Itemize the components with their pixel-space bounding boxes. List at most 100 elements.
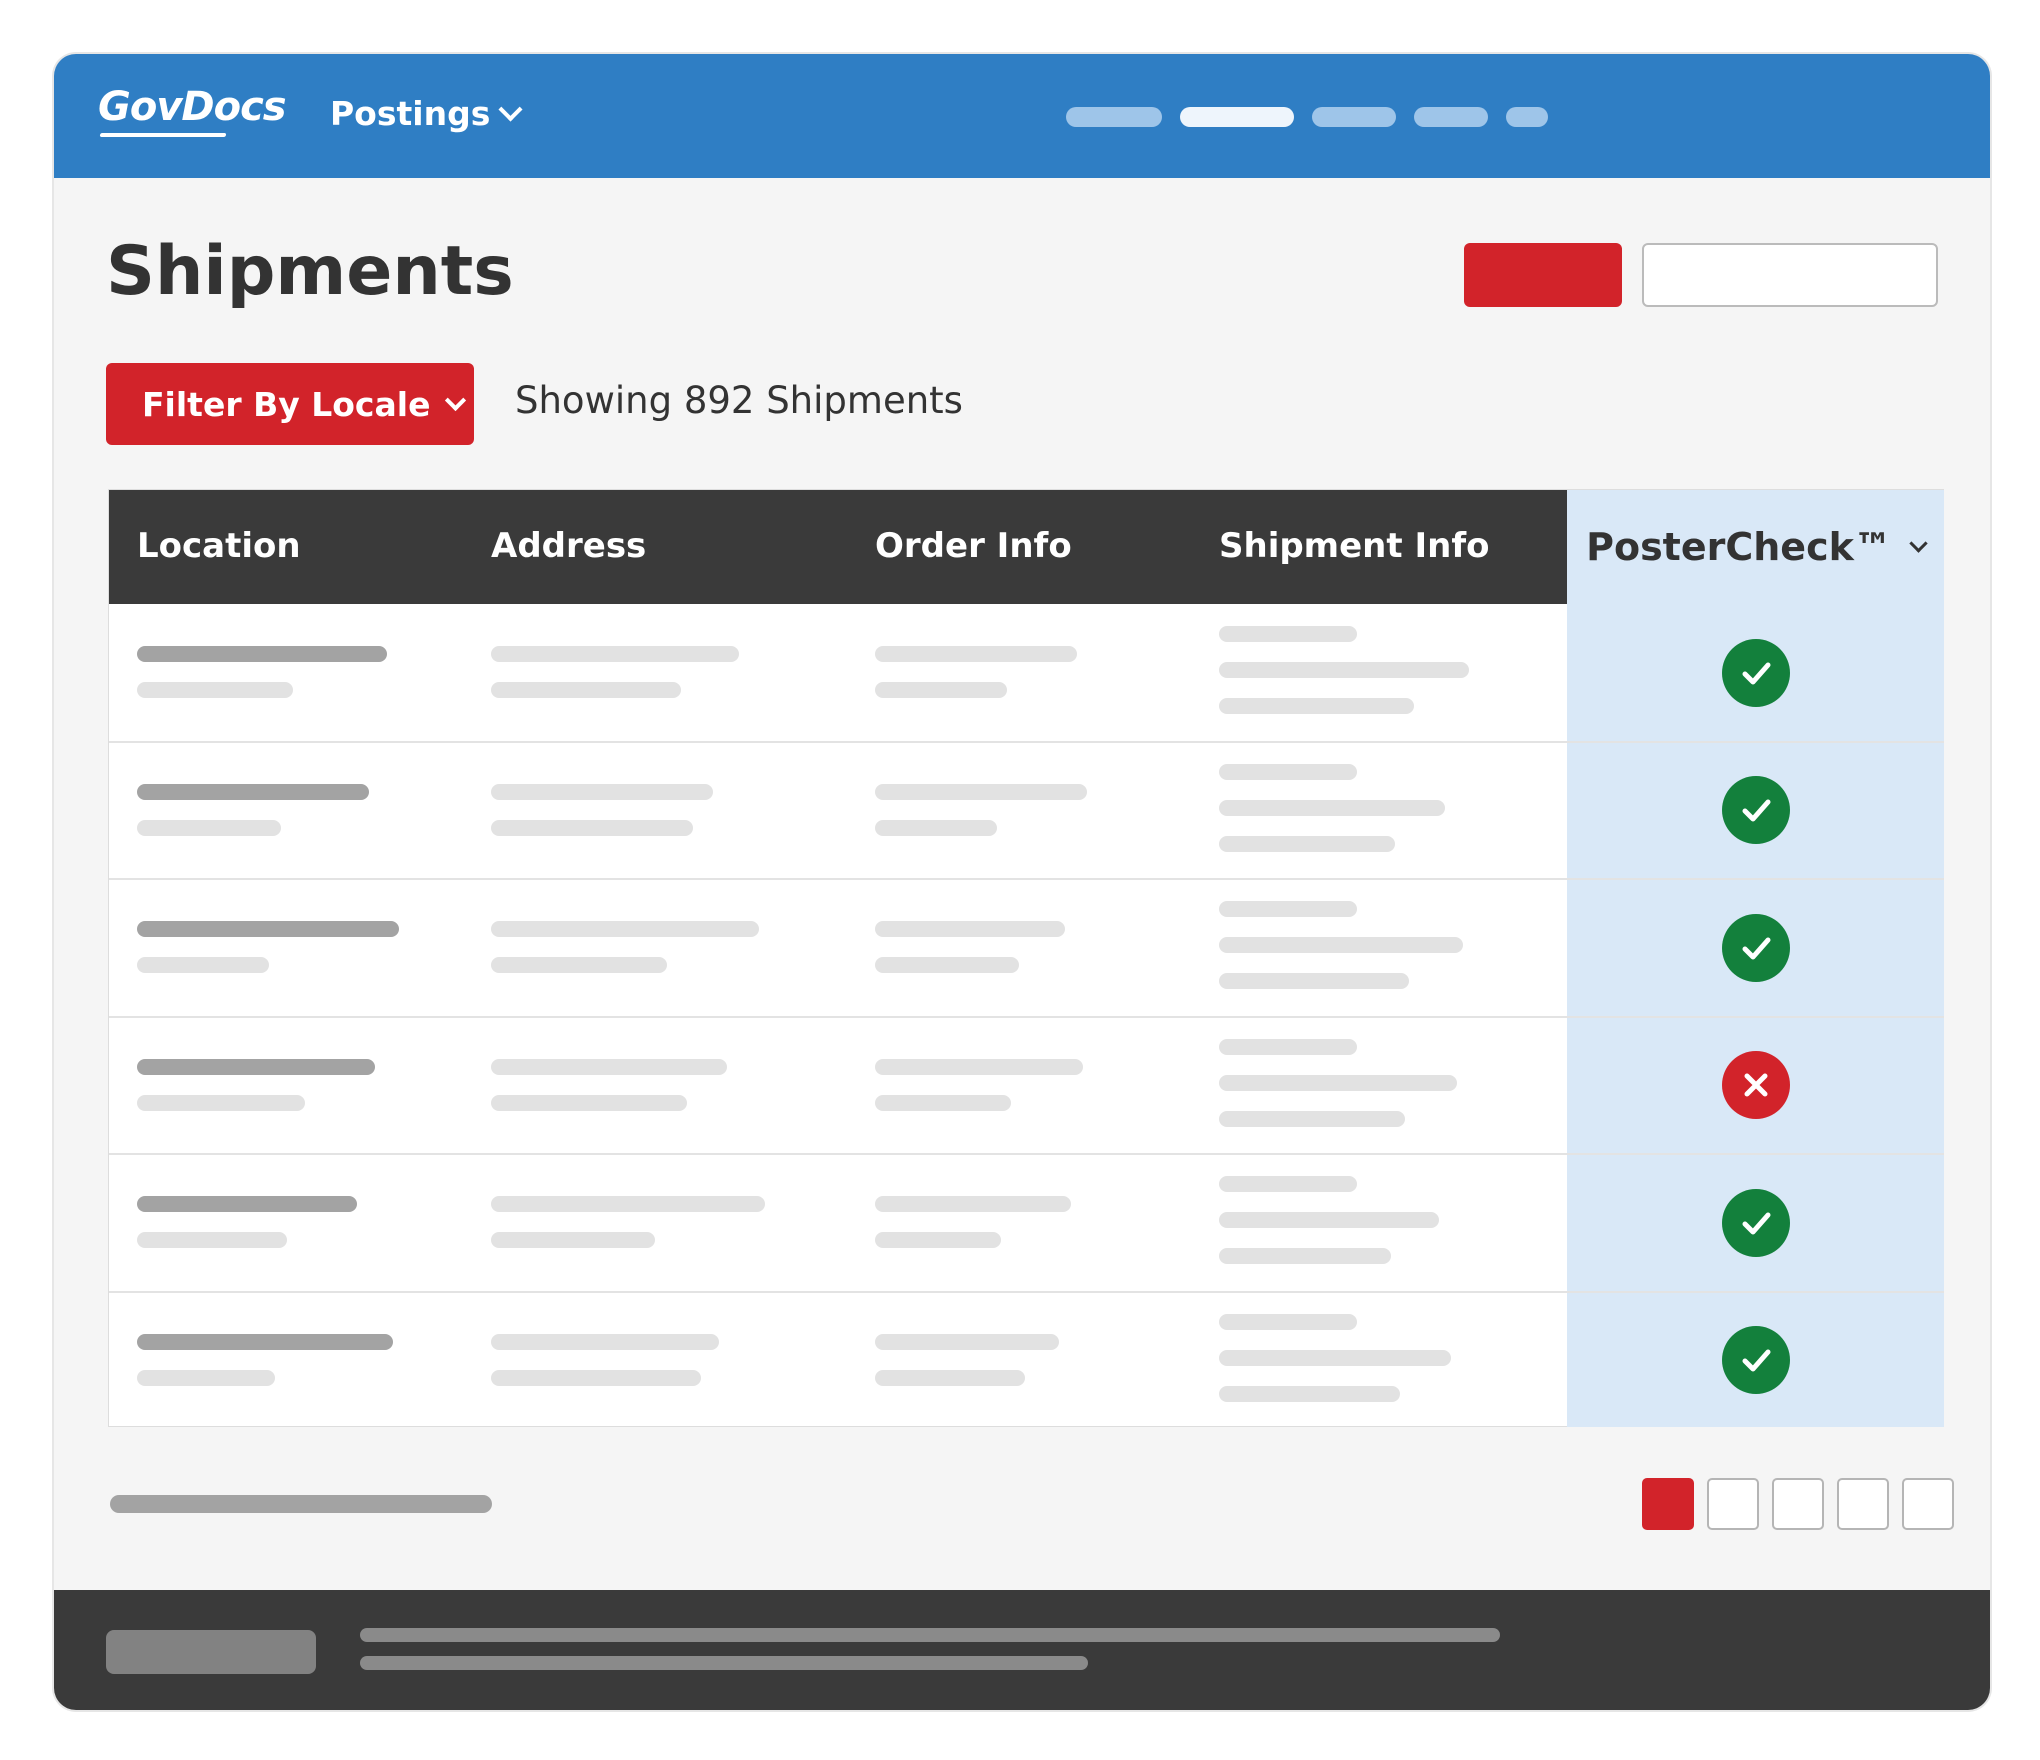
address-sub-placeholder (491, 957, 667, 973)
order-info-placeholder (875, 646, 1077, 662)
shipment-info-placeholder (1219, 835, 1395, 852)
order-info-sub-placeholder (875, 1369, 1025, 1386)
address-placeholder (491, 646, 739, 662)
location-placeholder (137, 646, 387, 662)
location-sub-placeholder (137, 1232, 287, 1248)
top-navbar: GovDocs Postings (54, 54, 1990, 178)
address-sub-placeholder (491, 819, 693, 836)
logo-underline (99, 133, 227, 137)
location-placeholder (137, 921, 399, 937)
chevron-down-icon (498, 97, 523, 122)
location-sub-placeholder (137, 1369, 275, 1386)
location-placeholder (137, 783, 369, 800)
address-placeholder (491, 921, 759, 937)
location-placeholder (137, 1058, 375, 1075)
page-button-3[interactable] (1772, 1478, 1824, 1530)
page-button-1[interactable] (1642, 1478, 1694, 1530)
primary-action-button[interactable] (1464, 243, 1622, 307)
order-info-sub-placeholder (875, 1232, 1001, 1248)
page-button-2[interactable] (1707, 1478, 1759, 1530)
column-header-address[interactable]: Address (491, 526, 646, 566)
order-info-sub-placeholder (875, 819, 997, 836)
shipment-info-placeholder (1219, 799, 1445, 816)
order-info-placeholder (875, 783, 1087, 800)
shipment-info-placeholder (1219, 1038, 1357, 1055)
chevron-down-icon (445, 389, 467, 411)
shipment-info-placeholder (1219, 698, 1414, 714)
shipment-info-placeholder (1219, 662, 1469, 678)
location-sub-placeholder (137, 957, 269, 973)
shipment-info-placeholder (1219, 763, 1357, 780)
page-button-4[interactable] (1837, 1478, 1889, 1530)
address-sub-placeholder (491, 1094, 687, 1111)
address-placeholder (491, 1333, 719, 1350)
shipment-info-placeholder (1219, 1212, 1439, 1228)
check-circle-icon[interactable] (1721, 1326, 1790, 1395)
search-input[interactable] (1642, 243, 1938, 307)
row-divider (109, 878, 1944, 880)
row-divider (109, 1153, 1944, 1155)
govdocs-logo[interactable]: GovDocs (98, 84, 287, 130)
nav-link-2[interactable] (1180, 107, 1294, 127)
page-button-5[interactable] (1902, 1478, 1954, 1530)
filter-button-label: Filter By Locale (142, 384, 431, 424)
location-placeholder (137, 1196, 357, 1212)
shipment-info-placeholder (1219, 1313, 1357, 1330)
footer-text-line (360, 1656, 1088, 1670)
postercheck-header-label: PosterCheck™ (1586, 525, 1892, 569)
location-sub-placeholder (137, 819, 281, 836)
footer-text-line (360, 1628, 1500, 1642)
filter-by-locale-button[interactable]: Filter By Locale (106, 363, 474, 445)
footer-button[interactable] (106, 1630, 316, 1674)
shipment-info-placeholder (1219, 937, 1463, 953)
check-circle-icon[interactable] (1721, 776, 1790, 845)
x-circle-icon[interactable] (1721, 1051, 1790, 1120)
footer (54, 1590, 1990, 1710)
check-circle-icon[interactable] (1721, 638, 1790, 707)
shipment-info-placeholder (1219, 1074, 1457, 1091)
row-divider (109, 1015, 1944, 1018)
nav-link-3[interactable] (1312, 107, 1396, 127)
shipment-info-placeholder (1219, 626, 1357, 642)
order-info-placeholder (875, 1058, 1083, 1075)
address-sub-placeholder (491, 682, 681, 698)
shipment-info-placeholder (1219, 1248, 1391, 1264)
row-divider (109, 1290, 1944, 1293)
postings-menu-label: Postings (330, 94, 491, 133)
app-window: GovDocs Postings Shipments Filter By Loc… (54, 54, 1990, 1710)
nav-link-4[interactable] (1414, 107, 1488, 127)
shipment-info-placeholder (1219, 973, 1409, 989)
address-sub-placeholder (491, 1369, 701, 1386)
postings-menu[interactable]: Postings (330, 94, 523, 133)
row-divider (109, 740, 1944, 743)
shipment-info-placeholder (1219, 1385, 1400, 1402)
check-circle-icon[interactable] (1721, 913, 1790, 982)
address-placeholder (491, 783, 713, 800)
check-circle-icon[interactable] (1721, 1188, 1790, 1257)
address-placeholder (491, 1058, 727, 1075)
order-info-placeholder (875, 1196, 1071, 1212)
results-count: Showing 892 Shipments (515, 379, 963, 422)
horizontal-scrollbar[interactable] (110, 1495, 492, 1513)
table-header: Location Address Order Info Shipment Inf… (109, 490, 1567, 604)
nav-link-5[interactable] (1506, 107, 1548, 127)
column-header-order-info[interactable]: Order Info (875, 526, 1072, 566)
order-info-placeholder (875, 921, 1065, 937)
location-sub-placeholder (137, 682, 293, 698)
address-sub-placeholder (491, 1232, 655, 1248)
chevron-down-icon (1909, 533, 1928, 553)
nav-link-1[interactable] (1066, 107, 1162, 127)
order-info-sub-placeholder (875, 682, 1007, 698)
shipment-info-placeholder (1219, 1349, 1451, 1366)
address-placeholder (491, 1196, 765, 1212)
order-info-sub-placeholder (875, 957, 1019, 973)
shipment-info-placeholder (1219, 901, 1357, 917)
column-header-location[interactable]: Location (137, 526, 301, 566)
location-sub-placeholder (137, 1094, 305, 1111)
page-title: Shipments (106, 232, 514, 311)
column-header-postercheck[interactable]: PosterCheck™ (1567, 490, 1944, 604)
column-header-shipment-info[interactable]: Shipment Info (1219, 526, 1489, 566)
order-info-placeholder (875, 1333, 1059, 1350)
shipments-table: Location Address Order Info Shipment Inf… (108, 489, 1944, 1427)
shipment-info-placeholder (1219, 1176, 1357, 1192)
